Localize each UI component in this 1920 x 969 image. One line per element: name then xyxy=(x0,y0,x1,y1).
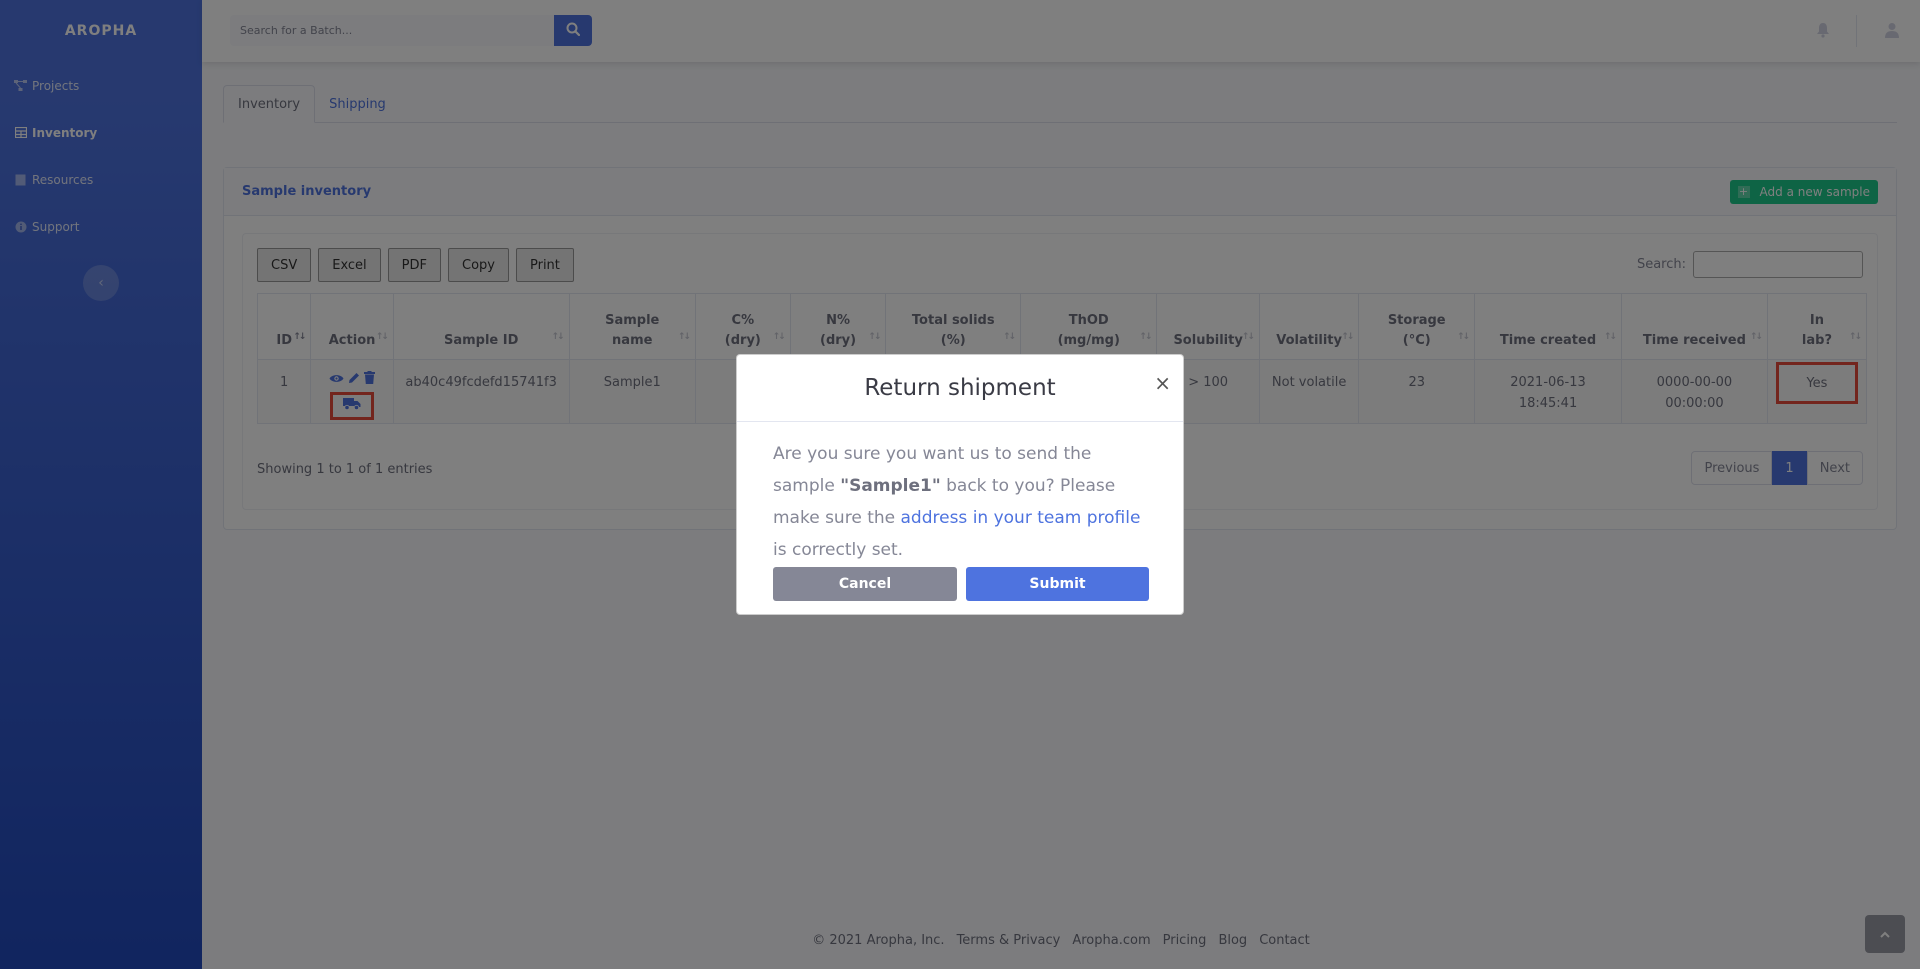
cancel-button[interactable]: Cancel xyxy=(773,567,957,601)
modal-sample-name: "Sample1" xyxy=(840,476,941,496)
modal-footer: Cancel Submit xyxy=(773,567,1149,601)
close-icon[interactable]: × xyxy=(1154,371,1171,395)
modal-header: Return shipment × xyxy=(737,355,1183,422)
team-profile-link[interactable]: address in your team profile xyxy=(901,508,1141,528)
modal-body: Are you sure you want us to send the sam… xyxy=(737,422,1183,566)
return-shipment-modal: Return shipment × Are you sure you want … xyxy=(736,354,1184,615)
modal-text-after: is correctly set. xyxy=(773,540,904,560)
modal-title: Return shipment xyxy=(864,375,1056,401)
submit-button[interactable]: Submit xyxy=(966,567,1149,601)
